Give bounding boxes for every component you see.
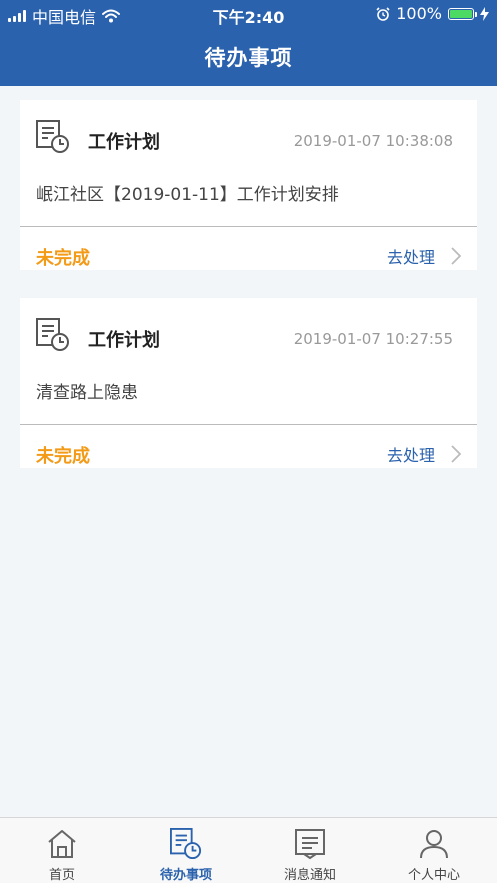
tab-todo[interactable]: 待办事项: [124, 818, 248, 883]
alarm-icon: [376, 6, 390, 21]
task-card[interactable]: 工作计划 2019-01-07 10:27:55 清查路上隐患 未完成 去处理: [20, 298, 477, 468]
task-status: 未完成: [36, 248, 90, 269]
chevron-right-icon: [451, 445, 461, 463]
tab-profile-label: 个人中心: [407, 868, 460, 883]
tab-home[interactable]: 首页: [0, 818, 124, 883]
tab-messages-label: 消息通知: [283, 868, 336, 883]
task-time: 2019-01-07 10:38:08: [293, 132, 453, 150]
status-bar: 中国电信 下午2:40 100%: [0, 0, 497, 28]
charging-icon: [480, 6, 489, 21]
tab-messages[interactable]: 消息通知: [248, 818, 372, 883]
bottom-tab-bar: 首页 待办事项 消息通知 个人中心: [0, 817, 497, 883]
todo-icon: [170, 828, 202, 860]
battery-icon: [448, 7, 477, 20]
tab-profile[interactable]: 个人中心: [372, 818, 496, 883]
task-card[interactable]: 工作计划 2019-01-07 10:38:08 岷江社区【2019-01-11…: [20, 100, 477, 270]
user-icon: [420, 830, 448, 859]
home-icon: [48, 830, 76, 858]
process-button[interactable]: 去处理: [387, 244, 461, 268]
task-card-header: 工作计划 2019-01-07 10:27:55: [20, 298, 477, 360]
battery-percentage: 100%: [396, 4, 442, 23]
process-button-label: 去处理: [386, 248, 435, 267]
app-header: 中国电信 下午2:40 100% 待办事项: [0, 0, 497, 86]
task-status: 未完成: [36, 446, 90, 467]
task-time: 2019-01-07 10:27:55: [293, 330, 453, 348]
work-plan-icon: [36, 120, 69, 153]
work-plan-icon: [36, 318, 69, 351]
chevron-right-icon: [451, 247, 461, 265]
tab-home-label: 首页: [48, 868, 75, 883]
task-type: 工作计划: [88, 330, 160, 351]
divider: [20, 226, 477, 227]
process-button[interactable]: 去处理: [387, 442, 461, 466]
task-description: 清查路上隐患: [36, 383, 138, 403]
task-type: 工作计划: [88, 132, 160, 153]
status-right: 100%: [376, 4, 489, 23]
tab-todo-label: 待办事项: [159, 868, 212, 883]
task-description: 岷江社区【2019-01-11】工作计划安排: [36, 185, 339, 205]
task-card-header: 工作计划 2019-01-07 10:38:08: [20, 100, 477, 162]
page-title: 待办事项: [204, 46, 293, 70]
divider: [20, 424, 477, 425]
message-icon: [295, 829, 325, 860]
process-button-label: 去处理: [386, 446, 435, 465]
